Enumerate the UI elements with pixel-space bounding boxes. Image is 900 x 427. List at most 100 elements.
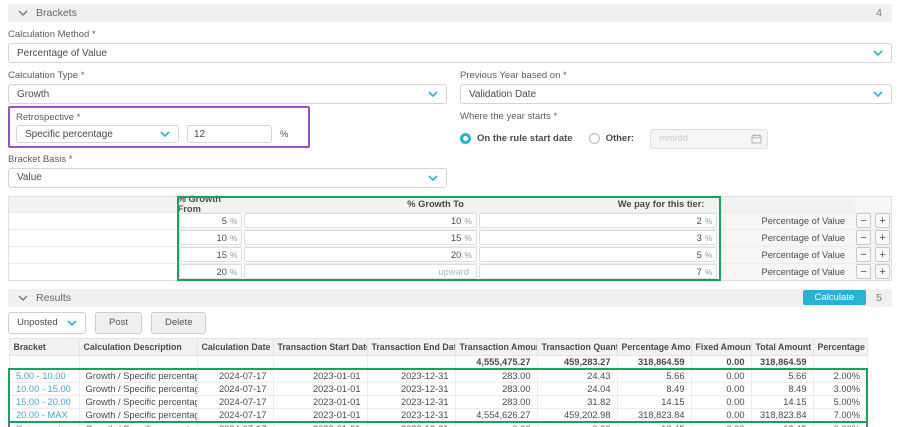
add-tier-button[interactable]: +: [875, 264, 891, 279]
brackets-count: 4: [876, 7, 882, 19]
percent-suffix: %: [229, 215, 238, 226]
results-totals-cell: 459,283.27: [536, 354, 618, 369]
retrospective-percentage-input[interactable]: [187, 125, 272, 143]
results-cell: 8.49: [750, 381, 814, 396]
rule-start-date-option-label: On the rule start date: [477, 132, 573, 144]
bracket-link[interactable]: 15.00 - 20.00: [8, 394, 80, 409]
results-cell: 0.00: [690, 394, 752, 409]
remove-tier-button[interactable]: −: [856, 264, 872, 279]
tier-pay-value: 5: [696, 249, 702, 260]
calculation-type-select[interactable]: Growth: [8, 84, 447, 104]
results-cell: 4,554,626.27: [454, 407, 538, 422]
bracket-basis-label: Bracket Basis *: [8, 153, 73, 165]
status-filter-value: Unposted: [17, 317, 58, 328]
bracket-basis-select[interactable]: Value: [8, 167, 447, 188]
results-cell: 24.43: [536, 368, 618, 383]
tier-header-row: % Growth From % Growth To We pay for thi…: [9, 194, 891, 214]
growth-to-input[interactable]: 10%: [244, 213, 477, 228]
remove-tier-button[interactable]: −: [856, 213, 872, 228]
calculation-method-label: Calculation Method *: [8, 29, 96, 40]
pay-tier-column-header: We pay for this tier:: [617, 199, 705, 209]
results-totals-cell: [366, 354, 456, 369]
add-tier-button[interactable]: +: [875, 230, 891, 245]
results-cell: 7.00%: [812, 407, 868, 422]
add-tier-button[interactable]: +: [875, 213, 891, 228]
tier-row: 20% upward 7% Percentage of Value − +: [9, 262, 891, 280]
growth-to-input[interactable]: 20%: [244, 247, 477, 262]
percent-suffix: %: [464, 249, 472, 260]
delete-button[interactable]: Delete: [151, 311, 207, 334]
growth-from-value: 15: [216, 249, 227, 260]
calculation-type-label: Calculation Type *: [8, 70, 85, 81]
bracket-link[interactable]: 10.00 - 15.00: [8, 381, 80, 396]
other-date-radio[interactable]: [588, 132, 600, 144]
results-section-title: Results: [36, 291, 72, 304]
bracket-link[interactable]: Retrospective: [8, 421, 80, 427]
rule-start-date-radio[interactable]: [460, 132, 471, 144]
post-button[interactable]: Post: [95, 311, 143, 334]
calendar-icon: [751, 134, 762, 144]
growth-to-value: upward: [438, 266, 469, 277]
growth-to-value: 20: [451, 249, 462, 260]
growth-to-value: 10: [451, 215, 462, 226]
previous-year-value: Validation Date: [469, 88, 537, 100]
tier-pay-input[interactable]: 7%: [478, 264, 718, 279]
percent-suffix: %: [229, 249, 238, 260]
calculation-method-select[interactable]: Percentage of Value: [8, 43, 892, 63]
remove-tier-button[interactable]: −: [856, 230, 872, 245]
brackets-section-title: Brackets: [36, 7, 77, 19]
results-row: 10.00 - 15.00 Growth / Specific percentag…: [8, 381, 868, 396]
tier-pay-input[interactable]: 3%: [478, 230, 718, 245]
previous-year-select[interactable]: Validation Date: [460, 84, 892, 104]
retrospective-value: Specific percentage: [25, 128, 113, 140]
tier-pay-input[interactable]: 2%: [478, 213, 718, 228]
growth-from-input[interactable]: 10%: [178, 230, 243, 245]
growth-from-input[interactable]: 5%: [178, 213, 243, 228]
results-cell: 5.00%: [812, 394, 868, 409]
percent-suffix: %: [704, 266, 713, 277]
results-cell: 459,202.98: [536, 407, 618, 422]
status-filter-select[interactable]: Unposted: [8, 311, 86, 334]
percent-suffix: %: [229, 266, 238, 277]
chevron-down-icon: [160, 131, 170, 137]
results-totals-cell: 318,864.59: [616, 354, 692, 369]
results-section-header[interactable]: Results Calculate 5: [8, 288, 892, 307]
calculate-button[interactable]: Calculate: [802, 290, 867, 305]
results-cell: 0.00: [690, 421, 752, 427]
results-cell: 24.04: [536, 381, 618, 396]
results-cell: 2023-01-01: [272, 407, 368, 422]
results-cell: 318,823.84: [616, 407, 692, 422]
chevron-down-icon: [873, 50, 883, 56]
brackets-section-header[interactable]: Brackets 4: [8, 4, 892, 22]
add-tier-button[interactable]: +: [875, 247, 891, 262]
growth-from-value: 10: [216, 232, 227, 243]
growth-to-input[interactable]: 15%: [244, 230, 477, 245]
retrospective-select[interactable]: Specific percentage: [16, 125, 179, 143]
tier-method-label: Percentage of Value: [761, 249, 846, 260]
results-table: Bracket Calculation Description Calculatio…: [8, 337, 868, 427]
results-cell: 0.00: [690, 368, 752, 383]
chevron-down-icon: [18, 10, 28, 16]
results-cell: 3.00%: [812, 381, 868, 396]
results-cell: Growth / Specific percentage: [78, 421, 198, 427]
results-cell: 283.00: [454, 381, 538, 396]
results-cell: 14.15: [750, 394, 814, 409]
results-totals-cell: [78, 354, 198, 369]
growth-to-input[interactable]: upward: [244, 264, 477, 279]
results-count: 5: [876, 291, 882, 304]
growth-from-input[interactable]: 15%: [178, 247, 243, 262]
results-cell: 0.00: [454, 421, 538, 427]
percent-suffix: %: [704, 232, 713, 243]
results-cell: 0.00: [690, 407, 752, 422]
tier-pay-input[interactable]: 5%: [478, 247, 718, 262]
growth-from-input[interactable]: 20%: [178, 264, 243, 279]
remove-tier-button[interactable]: −: [856, 247, 872, 262]
chevron-down-icon: [18, 295, 28, 301]
results-cell: 2023-12-31: [366, 421, 456, 427]
bracket-link[interactable]: 5.00 - 10.00: [8, 368, 80, 383]
growth-to-value: 15: [451, 232, 462, 243]
results-row: RetrospectiveGrowth / Specific percentag…: [8, 421, 868, 427]
other-option-label: Other:: [605, 132, 635, 144]
results-cell: Growth / Specific percentage: [78, 394, 198, 409]
bracket-link[interactable]: 20.00 - MAX: [8, 407, 80, 422]
